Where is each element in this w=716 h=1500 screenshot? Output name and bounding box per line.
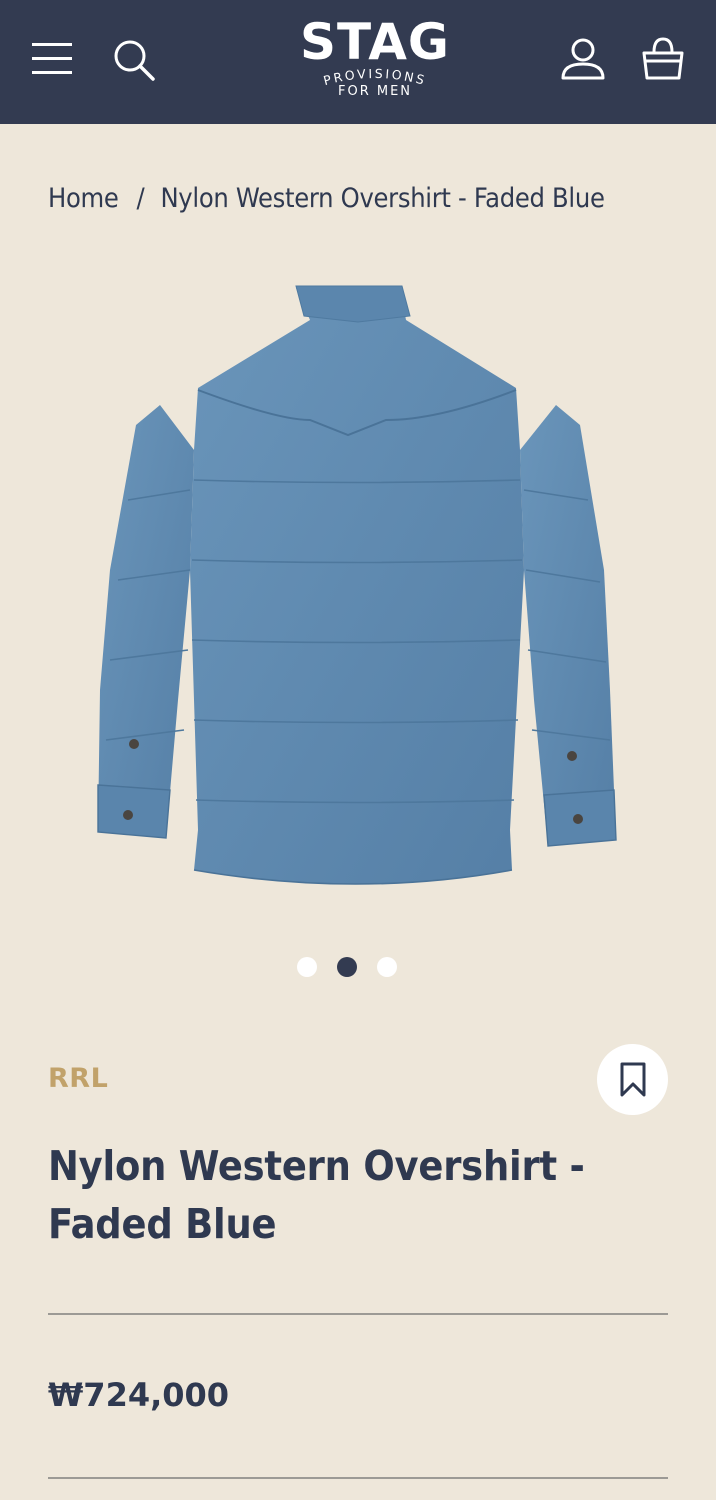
search-icon[interactable] (112, 38, 156, 82)
bookmark-icon (620, 1062, 646, 1097)
logo-subtitle: FOR MEN (337, 84, 413, 99)
wishlist-button[interactable] (597, 1044, 668, 1115)
divider (48, 1313, 668, 1315)
product-brand[interactable]: RRL (48, 1063, 108, 1094)
logo-wordmark: STAG (300, 13, 450, 71)
product-image[interactable] (48, 270, 668, 910)
gallery-dot-2[interactable] (337, 957, 357, 977)
breadcrumb: Home / Nylon Western Overshirt - Faded Blu… (48, 183, 605, 217)
site-header: STAG PROVISIONS FOR MEN (0, 0, 716, 124)
divider (48, 1477, 668, 1479)
menu-icon[interactable] (31, 42, 73, 76)
product-title: Nylon Western Overshirt - Faded Blue (48, 1142, 585, 1248)
gallery-pagination (297, 957, 401, 979)
product-price: ₩724,000 (48, 1376, 230, 1414)
bag-icon[interactable] (640, 36, 686, 82)
gallery-dot-3[interactable] (377, 957, 397, 977)
breadcrumb-home-link[interactable]: Home (48, 183, 119, 214)
breadcrumb-separator: / (136, 183, 145, 214)
account-icon[interactable] (560, 38, 606, 82)
store-logo[interactable]: STAG PROVISIONS FOR MEN (298, 10, 452, 110)
gallery-dot-1[interactable] (297, 957, 317, 977)
breadcrumb-current: Nylon Western Overshirt - Faded Blue (160, 183, 605, 214)
